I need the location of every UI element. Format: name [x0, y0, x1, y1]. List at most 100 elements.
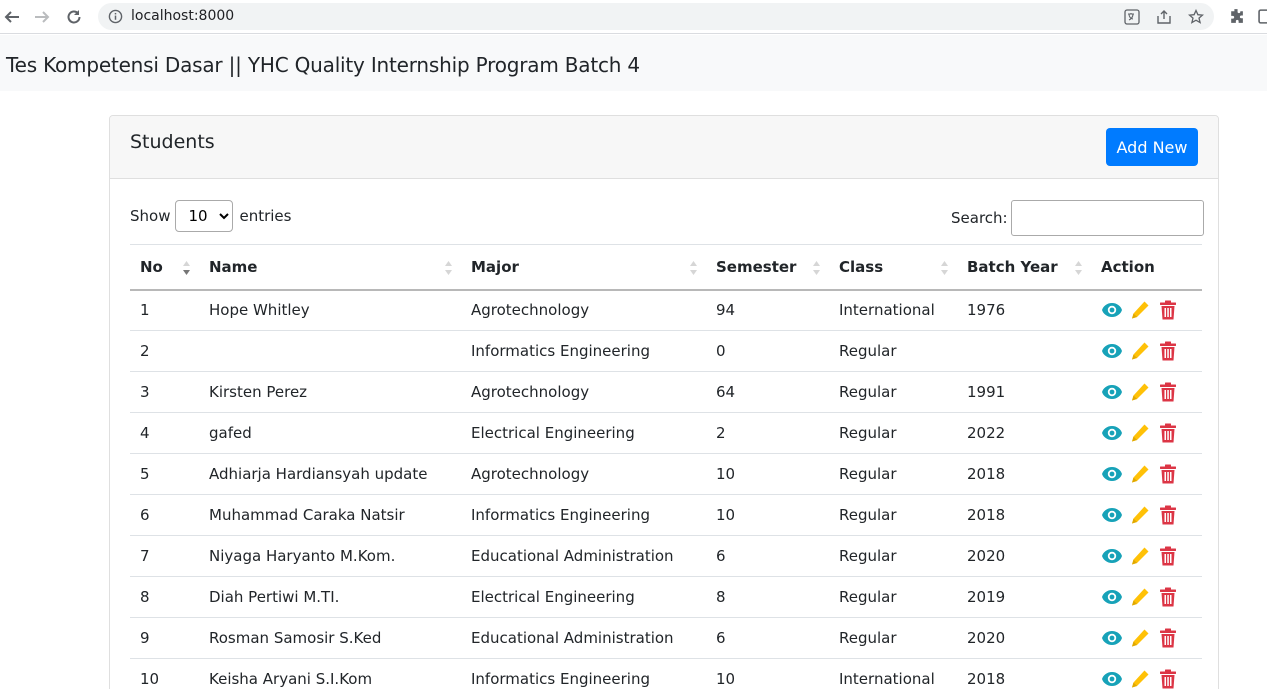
side-panel-icon[interactable] — [1258, 8, 1267, 25]
info-icon[interactable] — [108, 9, 123, 24]
cell-class: Regular — [829, 412, 957, 454]
cell-batch-year: 1991 — [957, 371, 1091, 413]
eye-icon[interactable] — [1101, 669, 1123, 689]
eye-icon[interactable] — [1101, 300, 1123, 320]
entries-select[interactable]: 10 — [175, 200, 234, 232]
eye-icon[interactable] — [1101, 464, 1123, 484]
add-new-button[interactable]: Add New — [1106, 128, 1198, 166]
column-header-action: Action — [1091, 244, 1202, 291]
cell-no: 9 — [130, 617, 199, 659]
table-row: 4 gafed Electrical Engineering 2 Regular… — [130, 412, 1202, 454]
pencil-icon[interactable] — [1129, 505, 1151, 525]
row-actions — [1101, 587, 1202, 607]
trash-icon[interactable] — [1157, 464, 1179, 484]
trash-icon[interactable] — [1157, 423, 1179, 443]
cell-class: Regular — [829, 453, 957, 495]
cell-semester: 6 — [706, 535, 829, 577]
cell-major: Agrotechnology — [471, 301, 590, 320]
pencil-icon[interactable] — [1129, 423, 1151, 443]
cell-no: 6 — [130, 494, 199, 536]
cell-no: 8 — [130, 576, 199, 618]
row-actions — [1101, 546, 1202, 566]
eye-icon[interactable] — [1101, 382, 1123, 402]
pencil-icon[interactable] — [1129, 546, 1151, 566]
cell-major: Informatics Engineering — [461, 494, 706, 536]
cell-class: Regular — [829, 617, 957, 659]
cell-action — [1091, 494, 1202, 536]
search-input[interactable] — [1010, 200, 1204, 236]
trash-icon[interactable] — [1157, 300, 1179, 320]
cell-major: Educational Administration — [461, 535, 706, 577]
column-header-name[interactable]: Name — [199, 244, 461, 291]
trash-icon[interactable] — [1157, 341, 1179, 361]
reload-button[interactable] — [62, 5, 86, 29]
trash-icon[interactable] — [1157, 669, 1179, 689]
back-button[interactable] — [0, 5, 24, 29]
cell-class: International — [839, 301, 935, 320]
pencil-icon[interactable] — [1129, 587, 1151, 607]
extensions-icon[interactable] — [1228, 8, 1245, 25]
pencil-icon[interactable] — [1129, 341, 1151, 361]
cell-no: 4 — [130, 412, 199, 454]
cell-semester: 94 — [716, 301, 736, 320]
cell-semester: 10 — [706, 494, 829, 536]
cell-name: Keisha Aryani S.I.Kom — [199, 658, 461, 689]
cell-major: Electrical Engineering — [461, 576, 706, 618]
address-bar[interactable]: localhost:8000 — [98, 3, 1214, 30]
share-icon[interactable] — [1156, 9, 1172, 25]
page-title: Tes Kompetensi Dasar || YHC Quality Inte… — [6, 53, 640, 77]
star-icon[interactable] — [1188, 9, 1204, 25]
eye-icon[interactable] — [1101, 546, 1123, 566]
cell-no: 5 — [130, 453, 199, 495]
cell-no: 10 — [130, 658, 199, 689]
cell-no: 1 — [140, 301, 150, 320]
table-row: 6 Muhammad Caraka Natsir Informatics Eng… — [130, 494, 1202, 536]
eye-icon[interactable] — [1101, 505, 1123, 525]
table-header-row: No Name Major Semester Class Batch Year … — [130, 244, 1202, 291]
trash-icon[interactable] — [1157, 505, 1179, 525]
students-table: No Name Major Semester Class Batch Year … — [130, 244, 1202, 689]
trash-icon[interactable] — [1157, 382, 1179, 402]
pencil-icon[interactable] — [1129, 669, 1151, 689]
table-row: 2 Informatics Engineering 0 Regular — [130, 330, 1202, 372]
cell-batch-year: 2018 — [957, 453, 1091, 495]
pencil-icon[interactable] — [1129, 464, 1151, 484]
entries-label: entries — [239, 207, 292, 225]
cell-action — [1091, 290, 1202, 331]
cell-semester: 2 — [706, 412, 829, 454]
pencil-icon[interactable] — [1129, 382, 1151, 402]
cell-class: Regular — [829, 494, 957, 536]
translate-icon[interactable] — [1124, 9, 1140, 25]
trash-icon[interactable] — [1157, 628, 1179, 648]
cell-action — [1091, 330, 1202, 372]
row-actions — [1101, 341, 1202, 361]
eye-icon[interactable] — [1101, 341, 1123, 361]
column-header-no[interactable]: No — [130, 244, 199, 291]
pencil-icon[interactable] — [1129, 300, 1151, 320]
cell-action — [1091, 535, 1202, 577]
sort-icon — [1075, 261, 1082, 275]
card-title: Students — [130, 131, 215, 153]
table-row: 7 Niyaga Haryanto M.Kom. Educational Adm… — [130, 535, 1202, 577]
cell-name: gafed — [199, 412, 461, 454]
trash-icon[interactable] — [1157, 587, 1179, 607]
trash-icon[interactable] — [1157, 546, 1179, 566]
cell-no: 3 — [130, 371, 199, 413]
pencil-icon[interactable] — [1129, 628, 1151, 648]
cell-batch-year — [957, 330, 1091, 372]
eye-icon[interactable] — [1101, 587, 1123, 607]
column-header-class[interactable]: Class — [829, 244, 957, 291]
forward-button[interactable] — [30, 5, 54, 29]
column-header-semester[interactable]: Semester — [706, 244, 829, 291]
row-actions — [1101, 669, 1202, 689]
cell-semester: 6 — [706, 617, 829, 659]
row-actions — [1101, 628, 1202, 648]
row-actions — [1101, 382, 1202, 402]
reload-icon — [67, 10, 81, 24]
column-header-major[interactable]: Major — [461, 244, 706, 291]
eye-icon[interactable] — [1101, 423, 1123, 443]
cell-name — [199, 330, 461, 372]
column-header-batch-year[interactable]: Batch Year — [957, 244, 1091, 291]
eye-icon[interactable] — [1101, 628, 1123, 648]
cell-batch-year: 2018 — [957, 494, 1091, 536]
